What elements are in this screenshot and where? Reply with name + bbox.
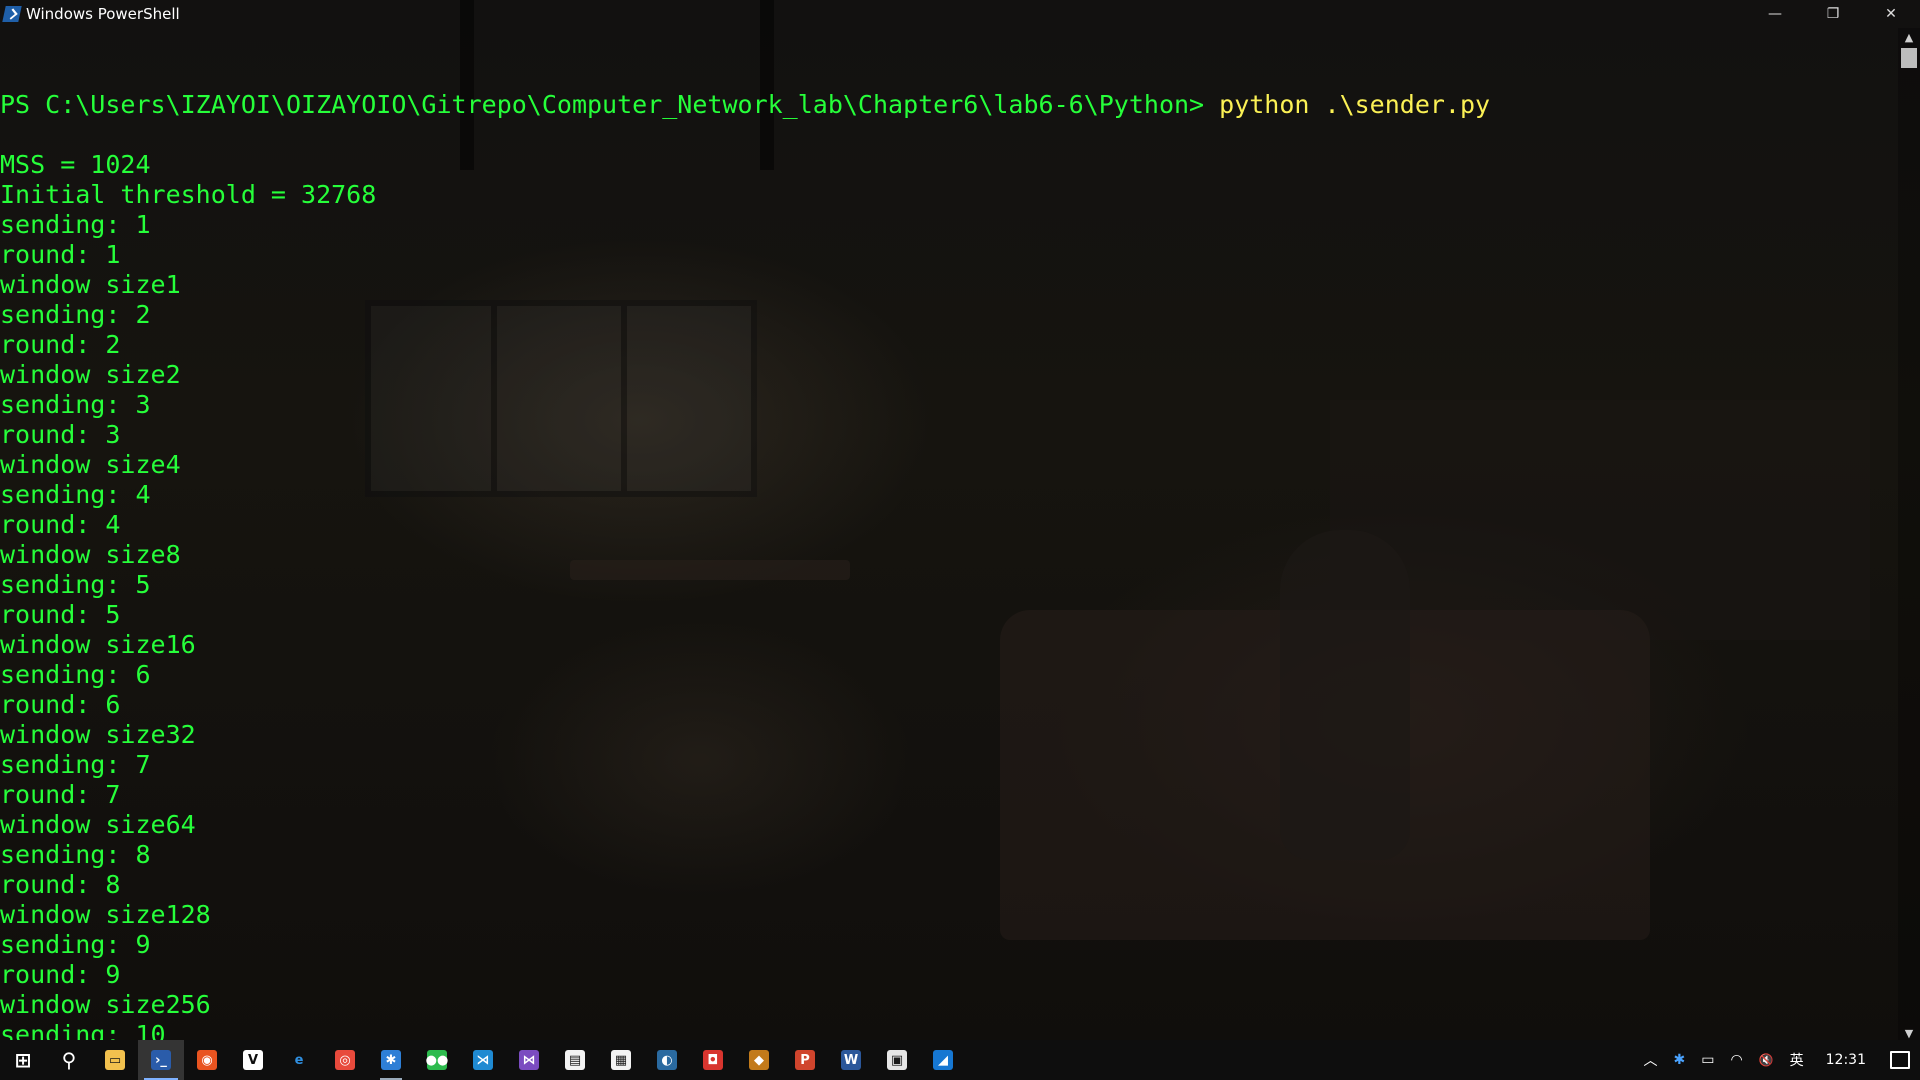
shark-icon: ◢	[933, 1050, 953, 1070]
window-title: Windows PowerShell	[26, 5, 180, 23]
restore-button[interactable]: ❐	[1804, 0, 1862, 28]
console-line: sending: 6	[0, 660, 151, 689]
console-line: round: 9	[0, 960, 121, 989]
clock[interactable]: 12:31	[1812, 1052, 1880, 1068]
console-line: window size8	[0, 540, 181, 569]
console-line: window size2	[0, 360, 181, 389]
bluetooth-tray-icon[interactable]: ✱	[1666, 1052, 1694, 1068]
taskbar-app-search[interactable]: ⚲	[46, 1040, 92, 1080]
taskbar-app-edge[interactable]: e	[276, 1040, 322, 1080]
bluetooth-app-icon: ✱	[381, 1050, 401, 1070]
word-icon: W	[841, 1050, 861, 1070]
taskbar-app-ubuntu[interactable]: ◉	[184, 1040, 230, 1080]
console-line: round: 3	[0, 420, 121, 449]
powerpoint-icon: P	[795, 1050, 815, 1070]
wechat-icon: ●●	[426, 1050, 448, 1070]
console-line: round: 8	[0, 870, 121, 899]
ubuntu-icon: ◉	[197, 1050, 217, 1070]
taskbar-app-chrome[interactable]: ◎	[322, 1040, 368, 1080]
console-line: window size128	[0, 900, 211, 929]
vim-icon: V	[243, 1050, 263, 1070]
start-icon: ⊞	[14, 1048, 32, 1072]
powershell-logo-icon	[2, 6, 22, 22]
taskbar-app-store[interactable]: ▦	[598, 1040, 644, 1080]
vscode-icon: ⋊	[473, 1050, 493, 1070]
game-icon: ◆	[749, 1050, 769, 1070]
console-line: round: 1	[0, 240, 121, 269]
taskbar: ⊞ ⚲ ▭ ›_ ◉ Ve ◎ ✱ ●● ⋊ ⋈ ▤ ▦ ◐ ◘ ◆ P W ▣ ◢ ︿ ✱ ▭ ◠ 🔇 英 12:3…	[0, 1040, 1920, 1080]
notes-icon: ▤	[565, 1050, 585, 1070]
console-scrollbar[interactable]: ▲ ▼	[1898, 28, 1920, 1042]
search-icon: ⚲	[61, 1048, 77, 1072]
taskbar-app-vim[interactable]: V	[230, 1040, 276, 1080]
taskbar-app-visual-studio[interactable]: ⋈	[506, 1040, 552, 1080]
console-line: sending: 7	[0, 750, 151, 779]
console-line: sending: 1	[0, 210, 151, 239]
taskbar-app-terminal-app[interactable]: ▣	[874, 1040, 920, 1080]
taskbar-app-powerpoint[interactable]: P	[782, 1040, 828, 1080]
steam-icon: ◐	[657, 1050, 677, 1070]
battery-icon[interactable]: ▭	[1693, 1052, 1722, 1068]
console-line: sending: 5	[0, 570, 151, 599]
chrome-icon: ◎	[335, 1050, 355, 1070]
console-line: MSS = 1024	[0, 150, 151, 179]
input-method-indicator[interactable]: 英	[1782, 1050, 1812, 1070]
console-line: round: 5	[0, 600, 121, 629]
console-line: round: 2	[0, 330, 121, 359]
taskbar-app-game[interactable]: ◆	[736, 1040, 782, 1080]
taskbar-app-start[interactable]: ⊞	[0, 1040, 46, 1080]
store-icon: ▦	[611, 1050, 631, 1070]
console-output[interactable]: PS C:\Users\IZAYOI\OIZAYOIO\Gitrepo\Comp…	[0, 30, 1896, 1042]
console-line: sending: 9	[0, 930, 151, 959]
scrollbar-thumb[interactable]	[1901, 48, 1917, 68]
console-line: window size256	[0, 990, 211, 1019]
minimize-button[interactable]: —	[1746, 0, 1804, 28]
typed-command: python .\sender.py	[1219, 90, 1491, 119]
taskbar-app-vscode[interactable]: ⋊	[460, 1040, 506, 1080]
console-line: round: 4	[0, 510, 121, 539]
scroll-up-arrow-icon[interactable]: ▲	[1898, 28, 1920, 46]
title-bar[interactable]: Windows PowerShell — ❐ ✕	[0, 0, 1920, 28]
close-button[interactable]: ✕	[1862, 0, 1920, 28]
console-line: Initial threshold = 32768	[0, 180, 377, 209]
wifi-icon[interactable]: ◠	[1722, 1052, 1750, 1068]
taskbar-app-notes[interactable]: ▤	[552, 1040, 598, 1080]
console-line: window size1	[0, 270, 181, 299]
taskbar-app-wechat[interactable]: ●●	[414, 1040, 460, 1080]
taskbar-app-powershell[interactable]: ›_	[138, 1040, 184, 1080]
terminal-app-icon: ▣	[887, 1050, 907, 1070]
show-hidden-icons-icon[interactable]: ︿	[1636, 1050, 1666, 1070]
action-center-button[interactable]	[1880, 1040, 1920, 1080]
console-line: round: 6	[0, 690, 121, 719]
console-line: sending: 8	[0, 840, 151, 869]
visual-studio-icon: ⋈	[519, 1050, 539, 1070]
powershell-icon: ›_	[151, 1050, 171, 1070]
taskbar-app-shark[interactable]: ◢	[920, 1040, 966, 1080]
prompt-line: PS C:\Users\IZAYOI\OIZAYOIO\Gitrepo\Comp…	[0, 90, 1896, 120]
taskbar-app-recorder[interactable]: ◘	[690, 1040, 736, 1080]
taskbar-app-file-explorer[interactable]: ▭	[92, 1040, 138, 1080]
recorder-icon: ◘	[703, 1050, 723, 1070]
taskbar-app-steam[interactable]: ◐	[644, 1040, 690, 1080]
notification-icon	[1890, 1051, 1910, 1069]
console-line: sending: 10	[0, 1020, 166, 1042]
console-line: sending: 3	[0, 390, 151, 419]
console-line: window size32	[0, 720, 196, 749]
edge-icon: e	[294, 1052, 304, 1068]
file-explorer-icon: ▭	[105, 1050, 125, 1070]
system-tray: ︿ ✱ ▭ ◠ 🔇 英 12:31	[1636, 1040, 1920, 1080]
console-line: sending: 4	[0, 480, 151, 509]
console-line: sending: 2	[0, 300, 151, 329]
taskbar-app-word[interactable]: W	[828, 1040, 874, 1080]
prompt-path: PS C:\Users\IZAYOI\OIZAYOIO\Gitrepo\Comp…	[0, 90, 1220, 119]
console-line: window size16	[0, 630, 196, 659]
volume-muted-icon[interactable]: 🔇	[1751, 1053, 1782, 1067]
console-line: window size64	[0, 810, 196, 839]
console-line: round: 7	[0, 780, 121, 809]
taskbar-app-bluetooth-app[interactable]: ✱	[368, 1040, 414, 1080]
console-line: window size4	[0, 450, 181, 479]
